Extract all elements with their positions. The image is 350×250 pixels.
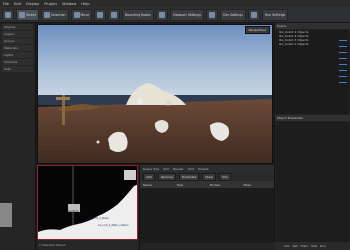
properties-panel: [276, 122, 349, 242]
select-icon: [19, 11, 25, 18]
column-headers: Name Type Bodies Mass: [140, 181, 274, 188]
properties-header: Object Properties: [275, 115, 350, 121]
tree-indicator: [339, 46, 347, 48]
main-toolbar: Select Selection Move Bounding Boxes Vie…: [0, 7, 350, 23]
tool-sim-settings[interactable]: Sim Settings: [219, 8, 246, 21]
tree-indicator: [339, 52, 347, 54]
selection-icon: [43, 11, 50, 18]
menu-edit[interactable]: Edit: [14, 2, 21, 6]
bottom-list[interactable]: [140, 188, 274, 243]
status-item[interactable]: Run: [320, 244, 326, 248]
menu-window[interactable]: Window: [62, 2, 76, 6]
material-swatch[interactable]: [0, 203, 12, 227]
3d-viewport[interactable]: Perspective: [37, 24, 273, 164]
left-row[interactable]: Lights: [2, 52, 33, 58]
left-row[interactable]: Materials: [2, 45, 33, 51]
tool-viewport-settings[interactable]: Viewport Settings: [169, 8, 204, 21]
tool-pointer[interactable]: [2, 8, 14, 21]
tree-indicator: [339, 76, 347, 78]
tool-grid[interactable]: [155, 8, 168, 21]
grid-icon: [158, 11, 165, 18]
menu-bar: File Edit Display Plugins Window Help: [0, 0, 350, 7]
render-icon: [251, 11, 257, 18]
left-row[interactable]: Cameras: [2, 59, 33, 65]
preview-scene: Ice_Rock_1_Mesh Ice_Rock_2_Mesh ice_rock…: [38, 166, 137, 239]
status-item[interactable]: Filter: [301, 244, 308, 248]
tool-move[interactable]: Move: [70, 8, 93, 21]
tab-grid[interactable]: Grid: [188, 167, 194, 171]
scale-icon: [111, 11, 118, 18]
status-item[interactable]: Ref: [293, 244, 298, 248]
tool-scale[interactable]: [108, 8, 121, 21]
add-button[interactable]: Add: [143, 172, 155, 181]
tab-scene-tree[interactable]: Scene Tree: [143, 167, 159, 171]
right-panel: Scene Ibo_Kokot 4 Objects Ibo_Kokot 2 Ob…: [274, 23, 350, 250]
rotate-icon: [97, 11, 104, 18]
tree-indicator: [339, 82, 347, 84]
bottom-tabs: Scene Tree Sim Render Grid Output: [140, 165, 274, 172]
menu-display[interactable]: Display: [26, 2, 39, 6]
duplicate-button[interactable]: Duplicate: [179, 172, 200, 181]
tool-selection[interactable]: Selection: [40, 8, 69, 21]
tool-render[interactable]: [248, 8, 260, 21]
tool-rotate[interactable]: [94, 8, 107, 21]
left-row[interactable]: Sets: [2, 66, 33, 72]
preview-info: 1 Selected Object: [37, 240, 138, 250]
tree-indicator: [339, 70, 347, 72]
status-item[interactable]: Stat: [311, 244, 317, 248]
clear-button[interactable]: Clear: [202, 172, 217, 181]
scene-header: Scene: [275, 23, 350, 29]
status-item[interactable]: Sim: [284, 244, 290, 248]
menu-help[interactable]: Help: [81, 2, 89, 6]
menu-plugins[interactable]: Plugins: [44, 2, 57, 6]
preview-label: ice_rock_2_Mesh_collision: [98, 224, 129, 227]
tree-indicator: [339, 64, 347, 66]
left-row[interactable]: Objects: [2, 24, 33, 30]
left-row[interactable]: Layers: [2, 31, 33, 37]
tab-render[interactable]: Render: [173, 167, 184, 171]
preview-label: Ice_Rock_2_Mesh: [88, 217, 109, 220]
column-bodies[interactable]: Bodies: [207, 183, 241, 187]
column-name[interactable]: Name: [140, 183, 174, 187]
tree-indicator: [339, 40, 347, 42]
move-icon: [73, 11, 80, 18]
column-type[interactable]: Type: [174, 183, 208, 187]
menu-file[interactable]: File: [3, 2, 9, 6]
tab-output[interactable]: Output: [198, 167, 208, 171]
status-bar: Sim Ref Filter Stat Run: [274, 242, 350, 250]
viewport-scene: [38, 25, 272, 163]
scene-tree: Ibo_Kokot 4 Objects Ibo_Kokot 2 Objects …: [276, 30, 349, 114]
tree-indicator: [339, 58, 347, 60]
sim-button[interactable]: Sim: [219, 172, 231, 181]
tool-scene[interactable]: [205, 8, 218, 21]
tool-run-settings[interactable]: Run Settings: [262, 8, 289, 21]
preview-panel[interactable]: Ice_Rock_1_Mesh Ice_Rock_2_Mesh ice_rock…: [37, 165, 138, 240]
left-panel: Objects Layers Groups Materials Lights C…: [0, 23, 36, 250]
scene-icon: [208, 11, 215, 18]
remove-button[interactable]: Remove: [157, 172, 176, 181]
pointer-icon: [5, 11, 11, 18]
tool-select[interactable]: Select: [16, 8, 39, 21]
column-mass[interactable]: Mass: [241, 183, 275, 187]
bottom-toolbar: Add Remove Duplicate Clear Sim: [140, 172, 274, 181]
tab-sim[interactable]: Sim: [163, 167, 169, 171]
tool-bounding-boxes[interactable]: Bounding Boxes: [122, 8, 154, 21]
camera-label[interactable]: Perspective: [244, 26, 270, 34]
left-row[interactable]: Groups: [2, 38, 33, 44]
preview-label: Ice_Rock_1_Mesh: [68, 210, 89, 213]
bottom-panel: Scene Tree Sim Render Grid Output Add Re…: [139, 165, 274, 250]
